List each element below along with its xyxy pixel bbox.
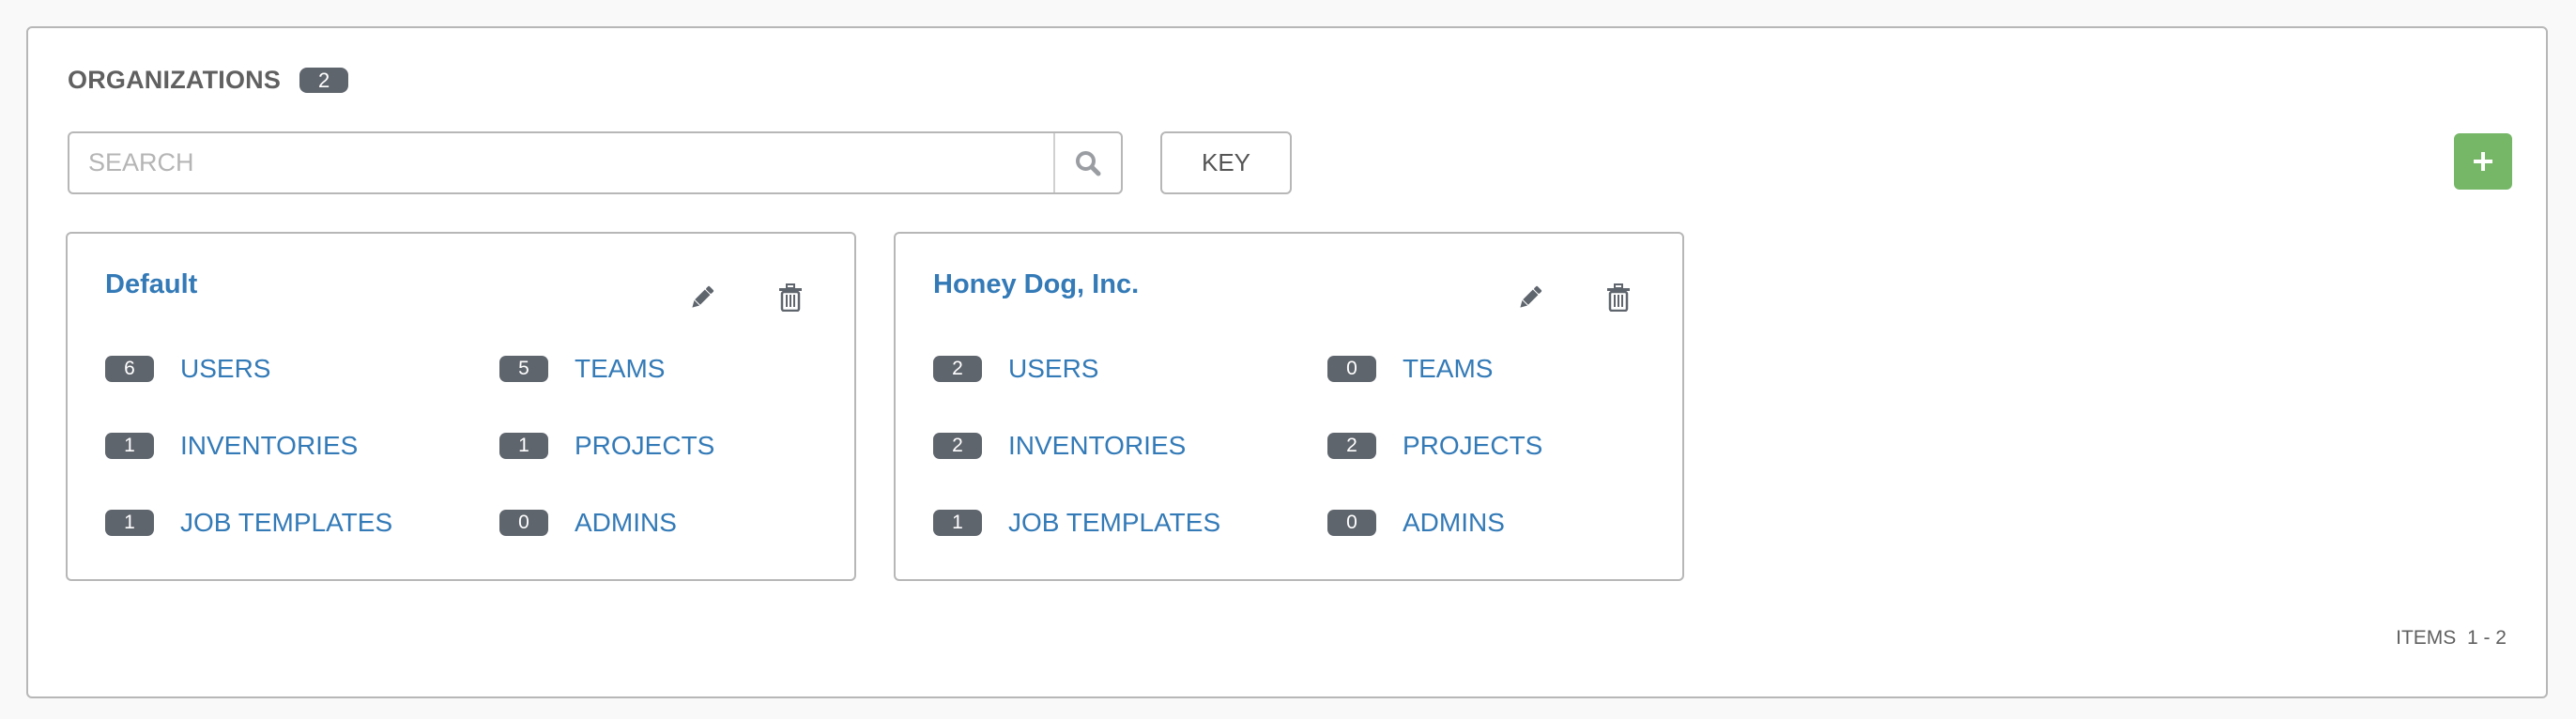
pagination-info: ITEMS 1 - 2 bbox=[2396, 627, 2507, 650]
stat-admins[interactable]: 0 ADMINS bbox=[1327, 508, 1628, 538]
stat-link[interactable]: JOB TEMPLATES bbox=[1008, 508, 1220, 538]
stat-inventories[interactable]: 1 INVENTORIES bbox=[105, 431, 499, 461]
stat-inventories[interactable]: 2 INVENTORIES bbox=[933, 431, 1327, 461]
organization-stats: 2 USERS 0 TEAMS 2 INVENTORIES 2 PROJECTS 1 JO… bbox=[933, 354, 1628, 538]
count-badge: 0 bbox=[1327, 356, 1376, 382]
panel-header: ORGANIZATIONS 2 bbox=[68, 66, 349, 95]
stat-link[interactable]: INVENTORIES bbox=[180, 431, 358, 461]
stat-projects[interactable]: 1 PROJECTS bbox=[499, 431, 800, 461]
organizations-panel: ORGANIZATIONS 2 KEY Default bbox=[26, 26, 2548, 698]
organization-card: Default 6 USERS 5 TEAMS 1 INVENTORIES 1 … bbox=[66, 232, 856, 581]
organization-name-link[interactable]: Honey Dog, Inc. bbox=[933, 269, 1139, 300]
trash-icon bbox=[1607, 283, 1630, 312]
pencil-icon bbox=[1520, 285, 1542, 308]
pencil-icon bbox=[692, 285, 714, 308]
organization-stats: 6 USERS 5 TEAMS 1 INVENTORIES 1 PROJECTS 1 JO… bbox=[105, 354, 800, 538]
count-badge: 1 bbox=[499, 433, 548, 459]
organization-name-link[interactable]: Default bbox=[105, 269, 197, 300]
stat-projects[interactable]: 2 PROJECTS bbox=[1327, 431, 1628, 461]
count-badge: 2 bbox=[933, 433, 982, 459]
edit-button[interactable] bbox=[1515, 283, 1545, 313]
stat-job-templates[interactable]: 1 JOB TEMPLATES bbox=[105, 508, 499, 538]
count-badge: 1 bbox=[933, 510, 982, 536]
edit-button[interactable] bbox=[687, 283, 717, 313]
plus-icon bbox=[2474, 152, 2492, 171]
count-badge: 0 bbox=[1327, 510, 1376, 536]
items-label: ITEMS bbox=[2396, 627, 2457, 649]
page-title: ORGANIZATIONS bbox=[68, 66, 282, 94]
stat-teams[interactable]: 0 TEAMS bbox=[1327, 354, 1628, 384]
stat-link[interactable]: USERS bbox=[1008, 354, 1098, 384]
search-button[interactable] bbox=[1053, 133, 1121, 192]
stat-users[interactable]: 2 USERS bbox=[933, 354, 1327, 384]
count-badge: 1 bbox=[105, 510, 154, 536]
items-range: 1 - 2 bbox=[2466, 627, 2507, 649]
stat-link[interactable]: INVENTORIES bbox=[1008, 431, 1186, 461]
search-icon bbox=[1076, 150, 1101, 176]
count-badge: 1 bbox=[105, 433, 154, 459]
organizations-count-badge: 2 bbox=[299, 68, 349, 93]
stat-link[interactable]: PROJECTS bbox=[575, 431, 714, 461]
stat-link[interactable]: PROJECTS bbox=[1403, 431, 1542, 461]
stat-admins[interactable]: 0 ADMINS bbox=[499, 508, 800, 538]
stat-link[interactable]: JOB TEMPLATES bbox=[180, 508, 392, 538]
stat-job-templates[interactable]: 1 JOB TEMPLATES bbox=[933, 508, 1327, 538]
count-badge: 0 bbox=[499, 510, 548, 536]
add-organization-button[interactable] bbox=[2454, 133, 2512, 190]
stat-link[interactable]: TEAMS bbox=[1403, 354, 1493, 384]
key-button[interactable]: KEY bbox=[1160, 131, 1292, 194]
stat-link[interactable]: ADMINS bbox=[1403, 508, 1505, 538]
search-input[interactable] bbox=[69, 133, 1053, 192]
count-badge: 6 bbox=[105, 356, 154, 382]
stat-link[interactable]: USERS bbox=[180, 354, 270, 384]
delete-button[interactable] bbox=[775, 283, 805, 313]
count-badge: 2 bbox=[1327, 433, 1376, 459]
search-group bbox=[68, 131, 1123, 194]
trash-icon bbox=[779, 283, 802, 312]
organization-card: Honey Dog, Inc. 2 USERS 0 TEAMS 2 INVENT… bbox=[894, 232, 1684, 581]
stat-link[interactable]: ADMINS bbox=[575, 508, 677, 538]
stat-teams[interactable]: 5 TEAMS bbox=[499, 354, 800, 384]
count-badge: 5 bbox=[499, 356, 548, 382]
stat-users[interactable]: 6 USERS bbox=[105, 354, 499, 384]
count-badge: 2 bbox=[933, 356, 982, 382]
delete-button[interactable] bbox=[1603, 283, 1633, 313]
stat-link[interactable]: TEAMS bbox=[575, 354, 665, 384]
